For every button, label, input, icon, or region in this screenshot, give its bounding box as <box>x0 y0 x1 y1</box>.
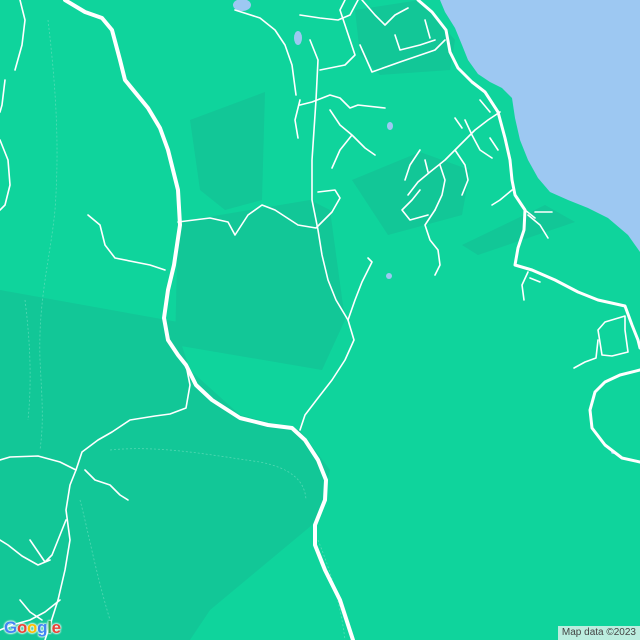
google-logo: Google <box>4 618 61 638</box>
google-logo-letter: o <box>27 618 38 637</box>
map-canvas[interactable] <box>0 0 640 640</box>
google-logo-letter: g <box>37 618 48 637</box>
map-attribution[interactable]: Map data ©2023 <box>557 626 640 640</box>
google-logo-letter: o <box>16 618 28 637</box>
google-logo-letter: G <box>4 618 17 637</box>
google-logo-letter: e <box>51 618 61 637</box>
